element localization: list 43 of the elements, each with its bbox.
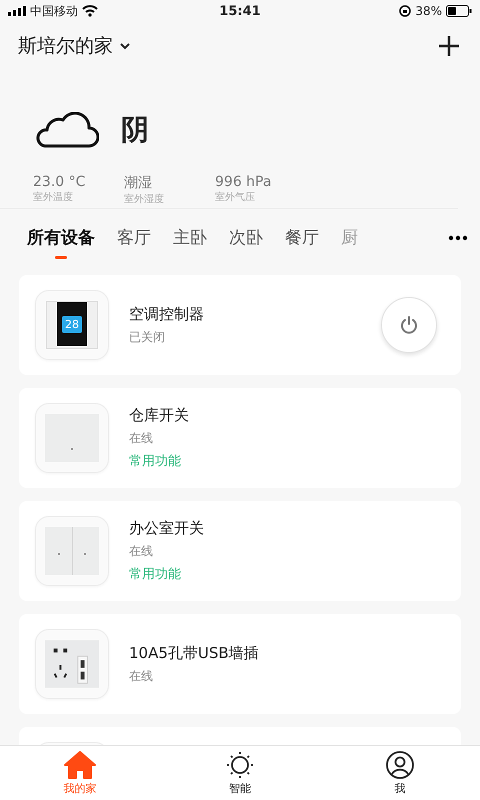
weather-condition: 阴 (121, 112, 149, 148)
nav-tab[interactable]: 智能 (160, 746, 320, 800)
wifi-icon (82, 5, 98, 17)
home-icon (64, 750, 96, 778)
temperature-display: 28 (62, 316, 82, 332)
device-name: 仓库开关 (129, 406, 190, 425)
device-name: 10A5孔带USB墙插 (129, 644, 260, 662)
device-status: 在线 (129, 543, 154, 560)
device-status: 在线 (129, 430, 154, 447)
stat-label: 室外温度 (33, 190, 74, 204)
device-card[interactable]: 28 空调控制器 已关闭 (19, 275, 461, 375)
room-tab[interactable]: 主卧 (162, 218, 218, 258)
carrier-name: 中国移动 (30, 2, 78, 20)
device-card[interactable]: 10A5孔带USB墙插 在线 (19, 614, 461, 714)
device-name: 空调控制器 (129, 304, 205, 324)
power-icon (399, 315, 419, 335)
room-tab[interactable]: 所有设备 (16, 218, 106, 258)
room-tab[interactable]: 客厅 (106, 218, 162, 258)
device-card[interactable]: 仓库开关 在线 常用功能 (19, 388, 461, 488)
home-selector[interactable]: 斯培尔的家 (18, 33, 131, 59)
room-tab[interactable]: 次卧 (218, 218, 274, 258)
sun-icon (225, 750, 255, 778)
signal-icon (8, 6, 26, 16)
chevron-down-icon (119, 42, 131, 50)
status-time: 15:41 (219, 4, 261, 18)
stat-value: 潮湿 (124, 174, 153, 192)
battery-percent: 38% (415, 4, 442, 18)
rotation-lock-icon (399, 5, 412, 17)
device-card[interactable]: 办公室开关 在线 常用功能 (19, 501, 461, 601)
add-icon[interactable] (438, 35, 460, 57)
more-icon[interactable] (448, 235, 468, 241)
device-status: 已关闭 (129, 328, 166, 346)
stat-label: 室外湿度 (124, 192, 165, 206)
nav-tab[interactable]: 我 (320, 746, 480, 800)
battery-icon (446, 5, 472, 17)
device-name: 办公室开关 (129, 519, 205, 538)
stat-value: 996 hPa (215, 174, 272, 190)
stat-label: 室外气压 (215, 190, 256, 204)
power-button[interactable] (381, 297, 437, 353)
room-tab[interactable]: 餐厅 (274, 218, 330, 258)
stat-value: 23.0 °C (33, 174, 86, 190)
user-icon (386, 750, 414, 778)
device-status: 在线 (129, 668, 154, 684)
